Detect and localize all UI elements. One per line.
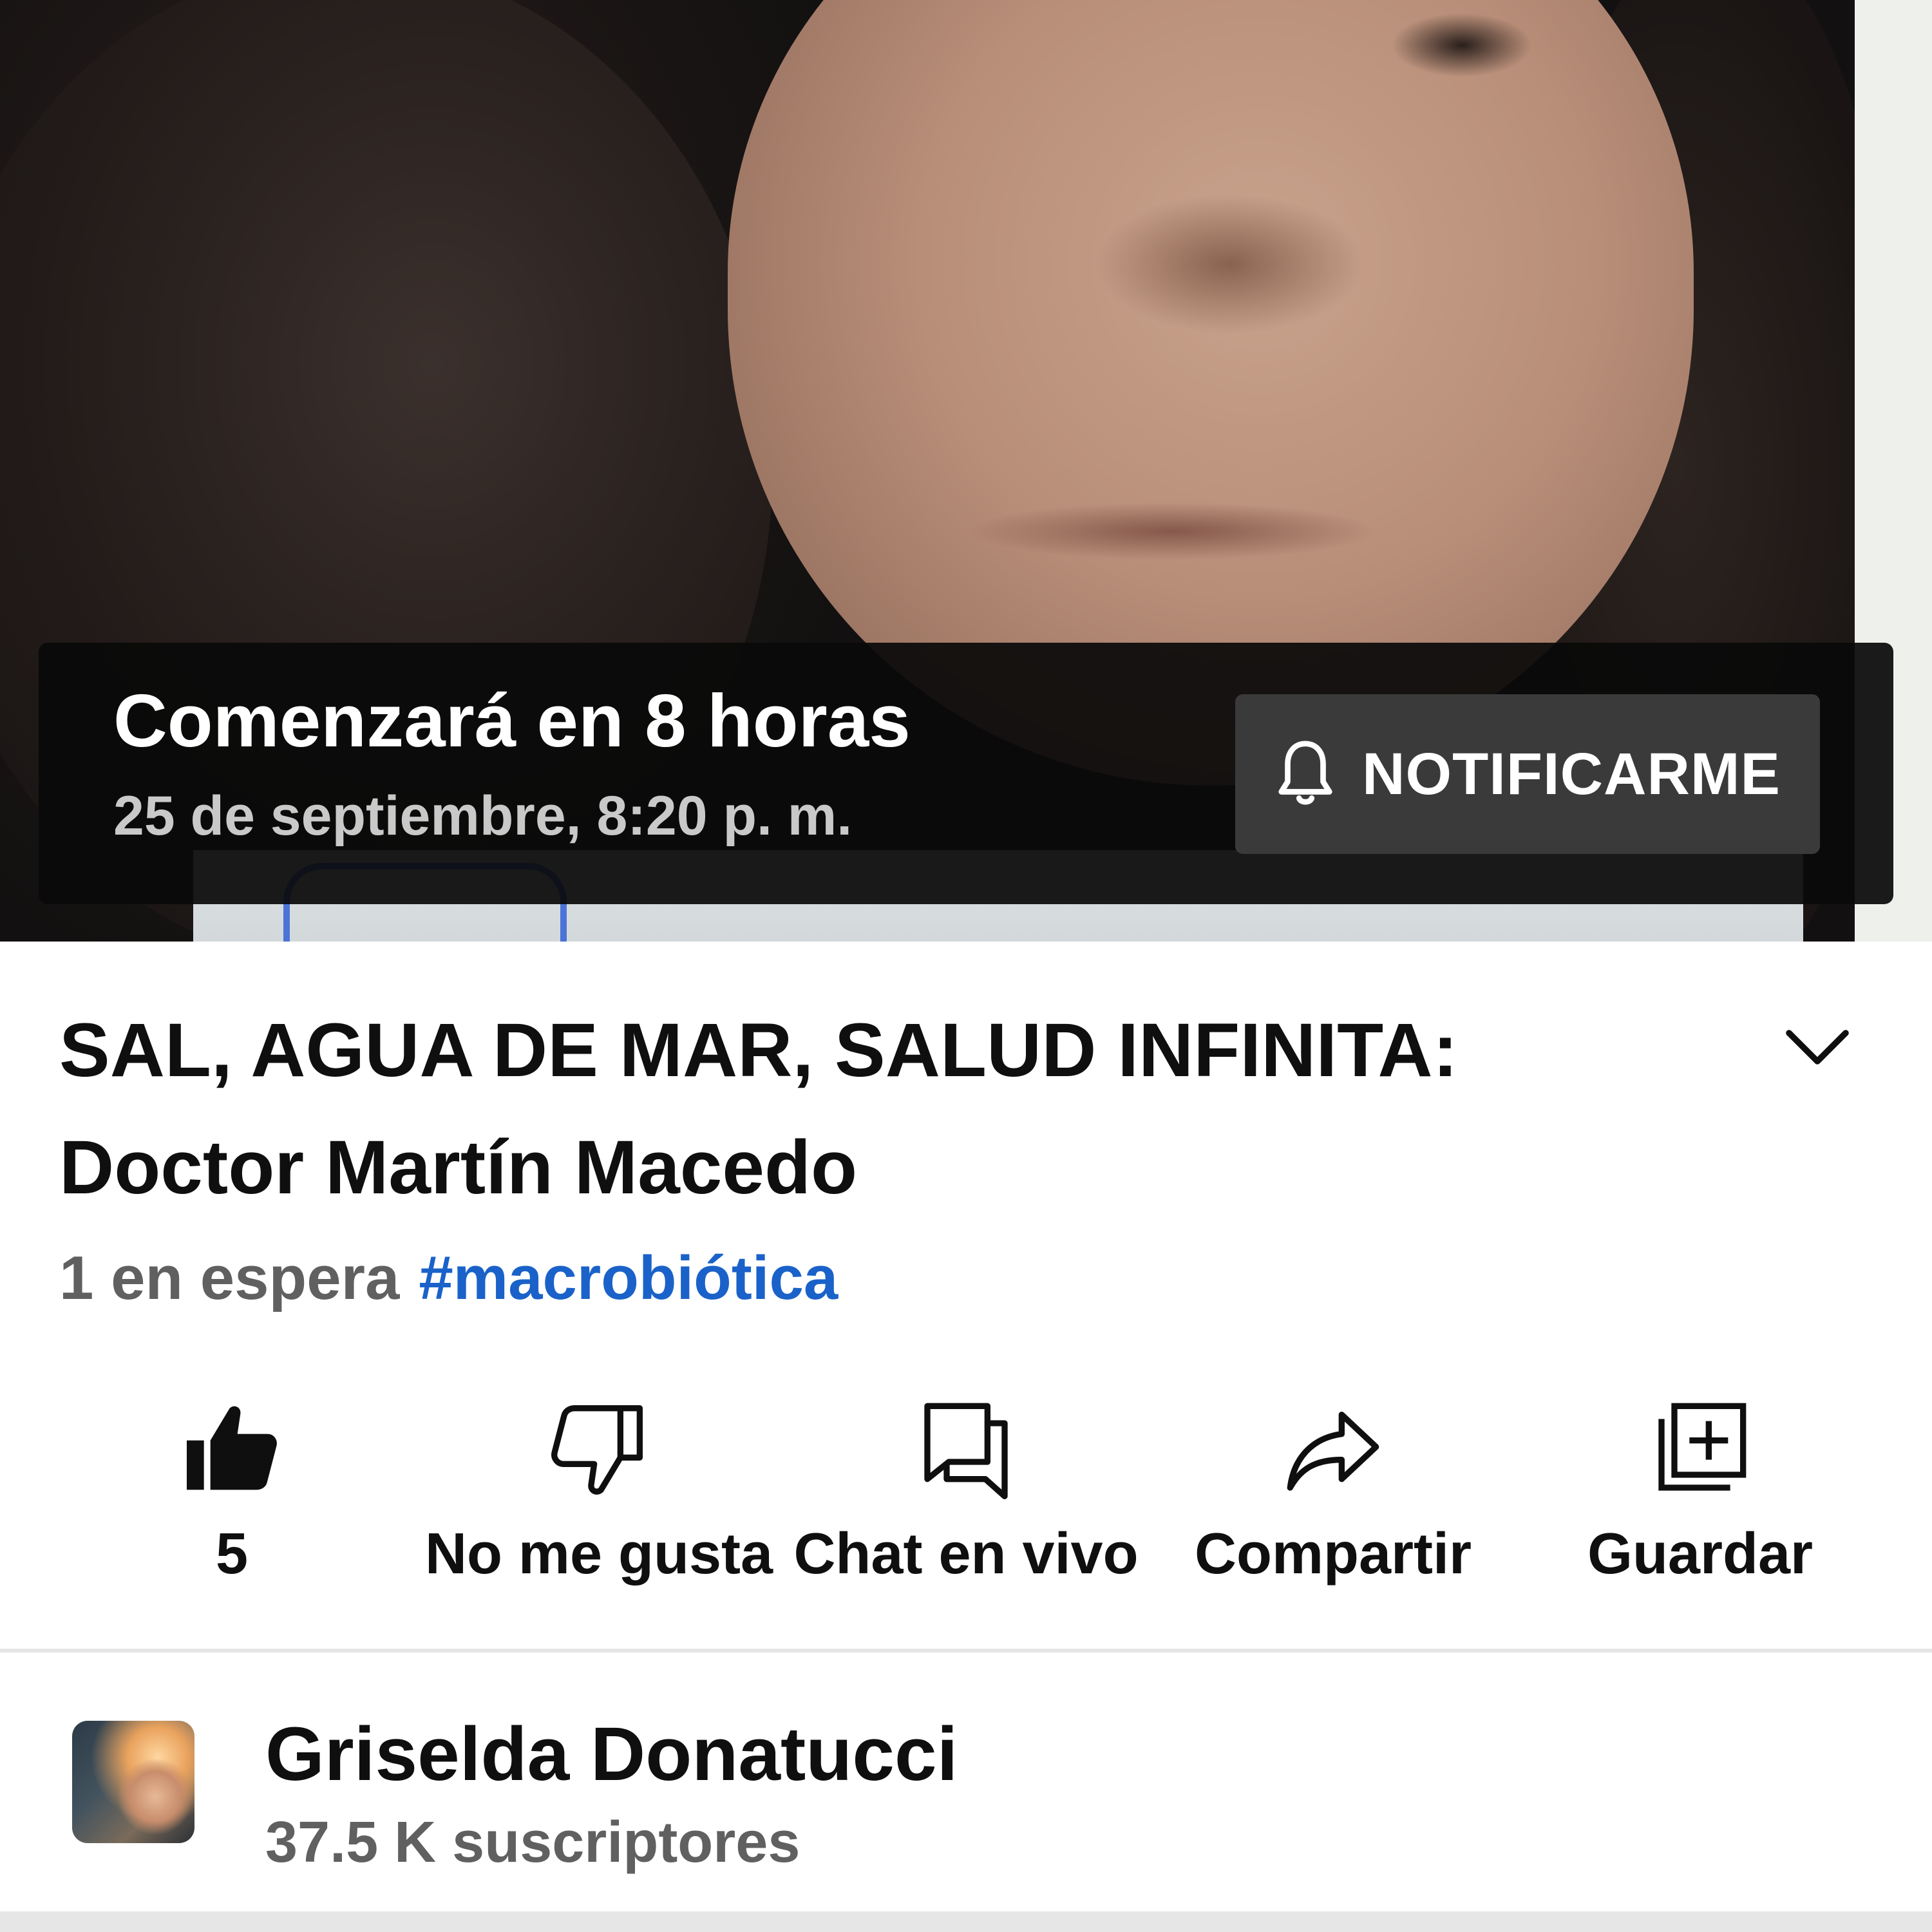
bottom-divider (0, 1911, 1932, 1932)
like-button[interactable]: 5 (167, 1378, 296, 1597)
bell-icon (1278, 741, 1332, 805)
live-chat-label: Chat en vivo (793, 1522, 1139, 1586)
dislike-label: No me gusta (424, 1522, 773, 1586)
thumbnail-mouth (966, 502, 1378, 560)
like-count: 5 (215, 1522, 249, 1586)
action-bar: 5 No me gusta Chat en vivo Compartir Gua… (0, 1378, 1932, 1597)
channel-row[interactable]: Griselda Donatucci 37.5 K suscriptores (0, 1653, 1932, 1910)
save-to-playlist-icon (1658, 1403, 1747, 1491)
share-button[interactable]: Compartir (1195, 1378, 1472, 1597)
thumbs-up-icon (187, 1406, 277, 1490)
save-button[interactable]: Guardar (1587, 1378, 1813, 1597)
scheduled-date: 25 de septiembre, 8:20 p. m. (113, 785, 853, 847)
waiting-count: 1 en espera (59, 1244, 400, 1312)
channel-avatar[interactable] (72, 1721, 194, 1843)
dislike-button[interactable]: No me gusta (425, 1378, 773, 1597)
notify-me-label: NOTIFICARME (1362, 741, 1781, 807)
live-chat-icon (924, 1403, 1008, 1499)
subscriber-count: 37.5 K suscriptores (265, 1810, 800, 1875)
save-label: Guardar (1587, 1522, 1814, 1586)
share-label: Compartir (1194, 1522, 1472, 1586)
video-watch-page: Comenzará en 8 horas 25 de septiembre, 8… (0, 0, 1932, 1932)
notify-me-button[interactable]: NOTIFICARME (1235, 694, 1820, 854)
hashtag-link[interactable]: #macrobiótica (419, 1244, 838, 1312)
thumbs-down-icon (551, 1405, 643, 1495)
channel-name[interactable]: Griselda Donatucci (265, 1710, 958, 1798)
share-icon (1287, 1412, 1379, 1491)
upcoming-live-banner: Comenzará en 8 horas 25 de septiembre, 8… (39, 643, 1893, 904)
video-player[interactable]: Comenzará en 8 horas 25 de septiembre, 8… (0, 0, 1932, 942)
live-chat-button[interactable]: Chat en vivo (793, 1378, 1139, 1597)
chevron-down-icon[interactable] (1784, 1023, 1851, 1074)
starts-in-text: Comenzará en 8 horas (113, 679, 911, 762)
thumbnail-eye (1391, 13, 1533, 77)
video-title[interactable]: SAL, AGUA DE MAR, SALUD INFINITA: Doctor… (59, 992, 1682, 1226)
thumbnail-nose (1095, 193, 1365, 335)
video-meta: 1 en espera #macrobiótica (59, 1243, 838, 1314)
